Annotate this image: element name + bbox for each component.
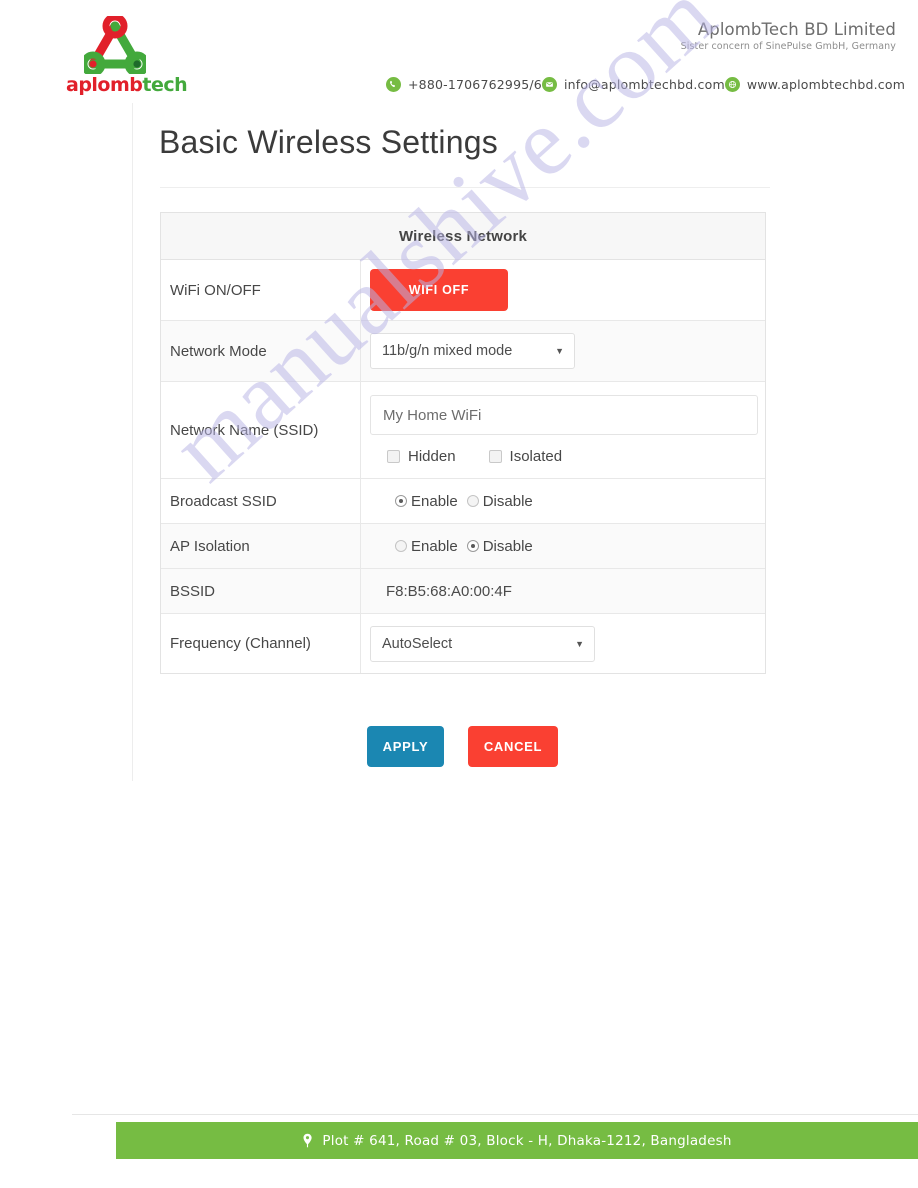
- footer-divider: [72, 1114, 918, 1115]
- row-label-broadcast-ssid: Broadcast SSID: [161, 479, 361, 523]
- footer-address-bar: Plot # 641, Road # 03, Block - H, Dhaka-…: [116, 1122, 918, 1159]
- logo-word-secondary: tech: [142, 74, 188, 96]
- logo-word-primary: aplomb: [66, 74, 143, 96]
- radio-apisolation-disable[interactable]: Disable: [466, 537, 533, 555]
- table-row: Network Mode 11b/g/n mixed mode ▼: [161, 321, 765, 382]
- row-value-network-mode: 11b/g/n mixed mode ▼: [361, 321, 765, 381]
- brand-logo: aplombtech: [66, 13, 188, 98]
- chevron-down-icon: ▼: [575, 638, 584, 649]
- row-label-network-mode: Network Mode: [161, 321, 361, 381]
- chevron-down-icon: ▼: [555, 346, 564, 356]
- company-name: AplombTech BD Limited: [697, 20, 896, 39]
- checkbox-hidden-label: Hidden: [408, 448, 456, 465]
- radio-apisolation-disable-label: Disable: [482, 537, 533, 555]
- row-value-ap-isolation: Enable Disable: [361, 524, 765, 568]
- row-value-wifi-toggle: WIFI OFF: [361, 260, 765, 320]
- radio-unselected-icon: [466, 495, 479, 507]
- contact-website-text: www.aplombtechbd.com: [746, 76, 906, 92]
- page-title: Basic Wireless Settings: [159, 124, 498, 160]
- table-row: WiFi ON/OFF WIFI OFF: [161, 260, 765, 321]
- row-label-wifi-toggle: WiFi ON/OFF: [161, 260, 361, 320]
- radio-broadcast-enable[interactable]: Enable: [395, 493, 458, 510]
- network-mode-value: 11b/g/n mixed mode: [382, 343, 513, 359]
- ssid-flags: Hidden Isolated: [370, 448, 765, 465]
- row-label-ap-isolation: AP Isolation: [161, 524, 361, 568]
- radio-apisolation-enable[interactable]: Enable: [395, 538, 458, 555]
- apply-button[interactable]: APPLY: [367, 726, 444, 767]
- bssid-value: F8:B5:68:A0:00:4F: [386, 582, 512, 600]
- ssid-input[interactable]: [370, 395, 758, 435]
- row-value-frequency: AutoSelect ▼: [361, 614, 765, 673]
- table-row: Broadcast SSID Enable Disable: [161, 479, 765, 524]
- radio-broadcast-enable-label: Enable: [411, 492, 458, 510]
- row-value-ssid: Hidden Isolated: [361, 382, 765, 478]
- frequency-channel-select[interactable]: AutoSelect ▼: [370, 625, 595, 662]
- contact-phone[interactable]: +880-1706762995/6: [386, 76, 542, 92]
- row-value-broadcast-ssid: Enable Disable: [361, 479, 765, 523]
- table-row: Frequency (Channel) AutoSelect ▼: [161, 614, 765, 673]
- network-mode-select[interactable]: 11b/g/n mixed mode ▼: [370, 333, 575, 369]
- title-divider: [160, 187, 770, 188]
- radio-selected-icon: [395, 495, 407, 507]
- table-row: BSSID F8:B5:68:A0:00:4F: [161, 569, 765, 614]
- wireless-settings-table: Wireless Network WiFi ON/OFF WIFI OFF Ne…: [160, 212, 766, 674]
- row-value-bssid: F8:B5:68:A0:00:4F: [361, 569, 765, 613]
- contact-email[interactable]: info@aplombtechbd.com: [541, 76, 725, 92]
- envelope-icon: [541, 76, 557, 92]
- contact-row: +880-1706762995/6 info@aplombtechbd.com …: [386, 72, 905, 96]
- content-left-divider: [132, 103, 133, 781]
- contact-email-text: info@aplombtechbd.com: [563, 76, 725, 92]
- table-row: Network Name (SSID) Hidden Isolated: [161, 382, 765, 479]
- checkbox-box-icon: [488, 450, 502, 463]
- ap-isolation-radio-group: Enable Disable: [370, 538, 533, 555]
- table-row: AP Isolation Enable Disable: [161, 524, 765, 569]
- cancel-button[interactable]: CANCEL: [468, 726, 558, 767]
- radio-broadcast-disable[interactable]: Disable: [466, 492, 533, 510]
- row-label-ssid: Network Name (SSID): [161, 382, 361, 478]
- row-label-bssid: BSSID: [161, 569, 361, 613]
- checkbox-box-icon: [387, 450, 400, 463]
- broadcast-ssid-radio-group: Enable Disable: [370, 493, 533, 510]
- contact-website[interactable]: www.aplombtechbd.com: [724, 76, 906, 92]
- globe-icon: [724, 76, 740, 92]
- phone-icon: [386, 76, 401, 92]
- aplombtech-triangle-logo: [80, 13, 150, 77]
- checkbox-hidden[interactable]: Hidden: [387, 448, 456, 465]
- radio-apisolation-enable-label: Enable: [411, 537, 458, 555]
- wifi-off-button[interactable]: WIFI OFF: [370, 269, 508, 311]
- logo-wordmark: aplombtech: [66, 74, 188, 96]
- table-header-label: Wireless Network: [398, 227, 528, 245]
- company-subtitle: Sister concern of SinePulse GmbH, German…: [680, 41, 896, 52]
- form-actions: APPLY CANCEL: [367, 726, 558, 767]
- radio-selected-icon: [466, 540, 479, 552]
- location-pin-icon: [302, 1133, 313, 1148]
- radio-unselected-icon: [395, 540, 407, 552]
- footer-address-text: Plot # 641, Road # 03, Block - H, Dhaka-…: [322, 1132, 732, 1149]
- page-header: aplombtech AplombTech BD Limited Sister …: [0, 0, 918, 110]
- row-label-frequency: Frequency (Channel): [161, 614, 361, 673]
- checkbox-isolated-label: Isolated: [509, 448, 563, 465]
- ssid-controls: Hidden Isolated: [370, 395, 765, 465]
- table-header: Wireless Network: [161, 213, 765, 260]
- company-info: AplombTech BD Limited Sister concern of …: [681, 20, 896, 52]
- radio-broadcast-disable-label: Disable: [482, 492, 533, 510]
- contact-phone-text: +880-1706762995/6: [408, 76, 542, 92]
- checkbox-isolated[interactable]: Isolated: [488, 448, 563, 465]
- frequency-channel-value: AutoSelect: [382, 635, 453, 652]
